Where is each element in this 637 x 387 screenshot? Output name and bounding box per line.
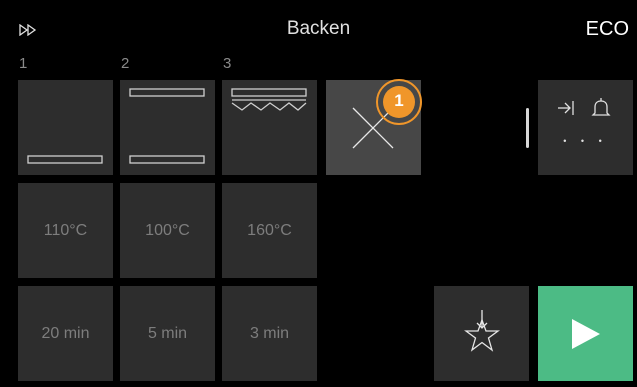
temperature-tile-1[interactable]: 110°C <box>18 183 113 278</box>
temperature-value: 110°C <box>43 221 88 239</box>
star-add-icon <box>464 310 500 352</box>
duration-value: 5 min <box>147 324 188 342</box>
top-bottom-heat-icon <box>129 88 205 164</box>
temperature-tile-3[interactable]: 160°C <box>222 183 317 278</box>
duration-value: 3 min <box>249 324 290 342</box>
bottom-heat-icon <box>27 155 103 164</box>
step-badge-number: 1 <box>394 91 404 110</box>
column-number-2: 2 <box>121 55 130 72</box>
page-title: Backen <box>286 18 351 39</box>
temperature-value: 160°C <box>247 221 292 239</box>
more-options-dots: • • • <box>563 136 608 146</box>
duration-tile-3[interactable]: 3 min <box>222 286 317 381</box>
timer-alarm-tile[interactable]: • • • <box>538 80 633 175</box>
column-number-1: 1 <box>19 55 28 72</box>
heating-mode-tile-1[interactable] <box>18 80 113 175</box>
play-icon <box>572 319 600 349</box>
column-number-3: 3 <box>223 55 232 72</box>
grill-icon <box>231 88 307 111</box>
duration-value: 20 min <box>41 324 90 342</box>
temperature-tile-2[interactable]: 100°C <box>120 183 215 278</box>
heating-mode-tile-3[interactable] <box>222 80 317 175</box>
temperature-value: 100°C <box>145 221 190 239</box>
heating-mode-tile-2[interactable] <box>120 80 215 175</box>
arrow-to-end-icon <box>558 101 574 115</box>
add-favorite-button[interactable] <box>434 286 529 381</box>
start-button[interactable] <box>538 286 633 381</box>
duration-tile-2[interactable]: 5 min <box>120 286 215 381</box>
duration-tile-1[interactable]: 20 min <box>18 286 113 381</box>
scrollbar[interactable] <box>526 108 529 148</box>
eco-button[interactable]: ECO <box>586 18 629 41</box>
bell-icon <box>591 98 611 116</box>
step-badge: 1 <box>375 78 431 126</box>
